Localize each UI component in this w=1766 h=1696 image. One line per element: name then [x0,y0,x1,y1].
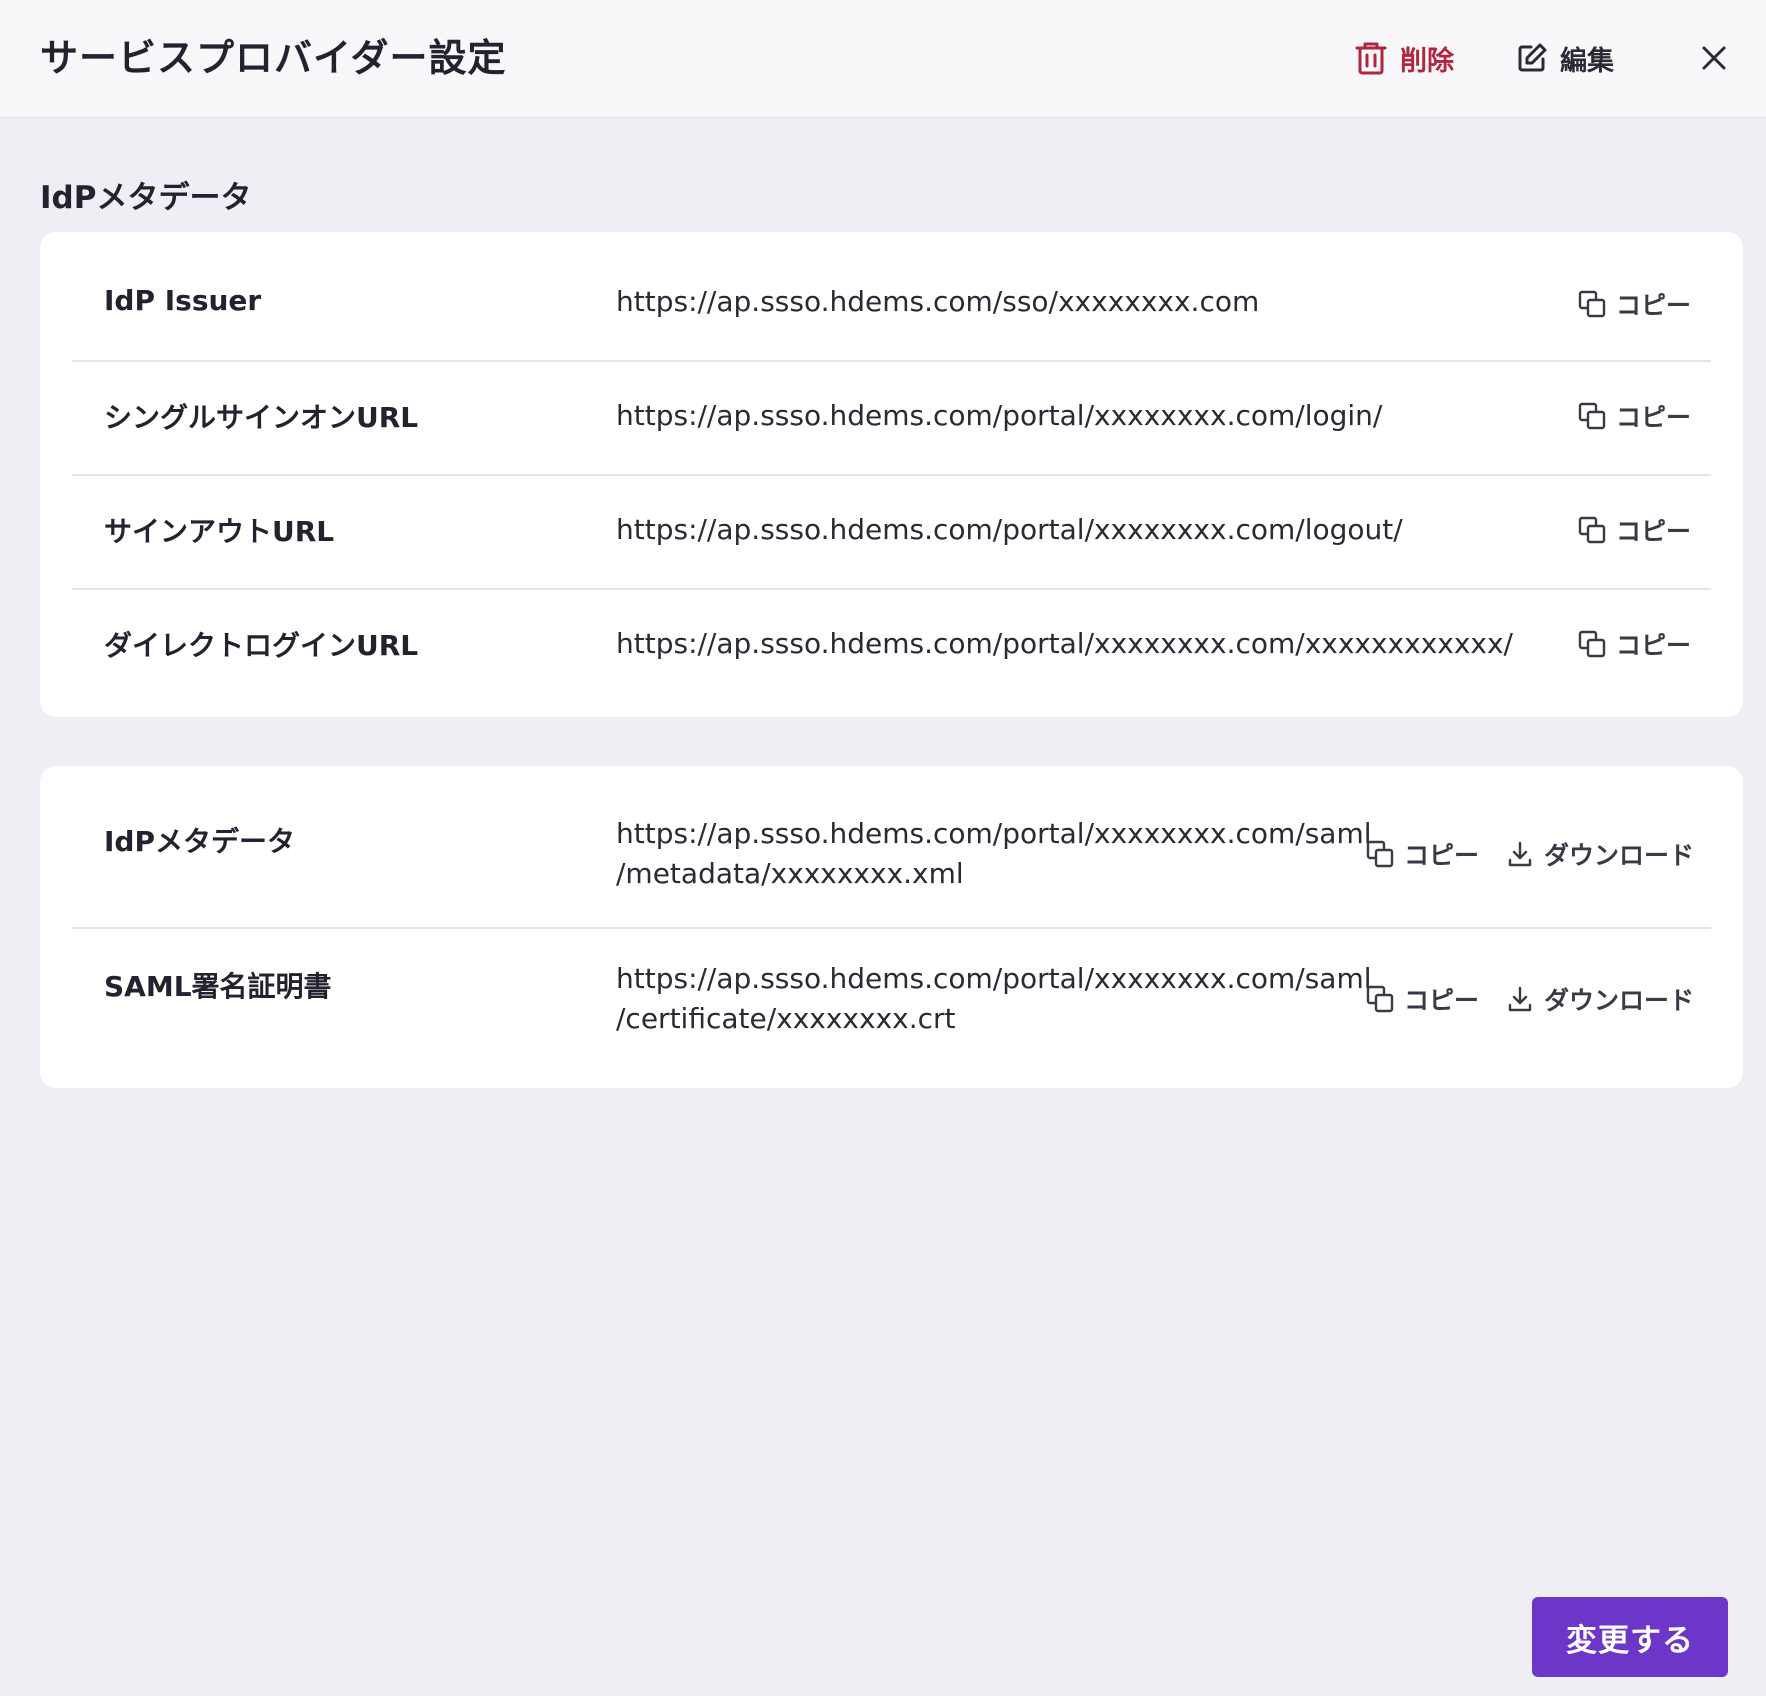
row-value-line: /metadata/xxxxxxxx.xml [616,857,964,890]
delete-label: 削除 [1400,45,1454,77]
row-value-line: https://ap.ssso.hdems.com/portal/xxxxxxx… [616,817,1372,850]
table-row: サインアウトURL https://ap.ssso.hdems.com/port… [72,474,1711,590]
copy-label: コピー [1616,517,1692,546]
download-icon [1506,840,1534,868]
section-title: IdPメタデータ [40,180,252,216]
close-button[interactable] [1694,38,1734,78]
row-value: https://ap.ssso.hdems.com/sso/xxxxxxxx.c… [616,285,1260,318]
download-icon [1506,985,1534,1013]
delete-button[interactable]: 削除 [1354,34,1454,82]
edit-icon [1516,42,1548,74]
copy-button[interactable]: コピー [1366,836,1479,872]
copy-label: コピー [1616,631,1692,660]
metadata-card: IdPメタデータ https://ap.ssso.hdems.com/porta… [40,766,1743,1088]
row-value: https://ap.ssso.hdems.com/portal/xxxxxxx… [616,814,1372,894]
copy-button[interactable]: コピー [1366,981,1479,1017]
copy-icon [1578,290,1606,318]
copy-label: コピー [1616,403,1692,432]
header-bar: サービスプロバイダー設定 削除 編集 [0,0,1766,118]
edit-label: 編集 [1560,45,1614,77]
download-button[interactable]: ダウンロード [1506,836,1694,872]
download-label: ダウンロード [1544,841,1695,870]
table-row: IdP Issuer https://ap.ssso.hdems.com/sso… [72,232,1711,362]
row-value: https://ap.ssso.hdems.com/portal/xxxxxxx… [616,627,1513,660]
copy-button[interactable]: コピー [1578,286,1691,322]
copy-icon [1578,402,1606,430]
edit-button[interactable]: 編集 [1516,34,1614,82]
row-value: https://ap.ssso.hdems.com/portal/xxxxxxx… [616,513,1403,546]
download-label: ダウンロード [1544,986,1695,1015]
page-title: サービスプロバイダー設定 [40,36,507,80]
copy-label: コピー [1404,841,1480,870]
table-row: シングルサインオンURL https://ap.ssso.hdems.com/p… [72,360,1711,476]
row-value: https://ap.ssso.hdems.com/portal/xxxxxxx… [616,399,1383,432]
row-label: IdP Issuer [104,284,262,317]
row-label: IdPメタデータ [104,825,295,858]
copy-icon [1366,985,1394,1013]
copy-icon [1578,630,1606,658]
table-row: IdPメタデータ https://ap.ssso.hdems.com/porta… [72,766,1711,929]
endpoint-card: IdP Issuer https://ap.ssso.hdems.com/sso… [40,232,1743,717]
row-value-line: /certificate/xxxxxxxx.crt [616,1002,956,1035]
copy-button[interactable]: コピー [1578,398,1691,434]
table-row: ダイレクトログインURL https://ap.ssso.hdems.com/p… [72,588,1711,717]
copy-button[interactable]: コピー [1578,512,1691,548]
trash-icon [1354,40,1388,76]
copy-label: コピー [1404,986,1480,1015]
row-value: https://ap.ssso.hdems.com/portal/xxxxxxx… [616,959,1372,1039]
copy-label: コピー [1616,291,1692,320]
row-label: SAML署名証明書 [104,970,332,1003]
row-label: ダイレクトログインURL [104,629,419,662]
table-row: SAML署名証明書 https://ap.ssso.hdems.com/port… [72,927,1711,1088]
close-icon [1694,46,1734,82]
copy-icon [1578,516,1606,544]
copy-icon [1366,840,1394,868]
copy-button[interactable]: コピー [1578,626,1691,662]
row-label: サインアウトURL [104,515,335,548]
row-label: シングルサインオンURL [104,401,419,434]
download-button[interactable]: ダウンロード [1506,981,1694,1017]
row-value-line: https://ap.ssso.hdems.com/portal/xxxxxxx… [616,962,1372,995]
submit-button[interactable]: 変更する [1532,1597,1728,1677]
